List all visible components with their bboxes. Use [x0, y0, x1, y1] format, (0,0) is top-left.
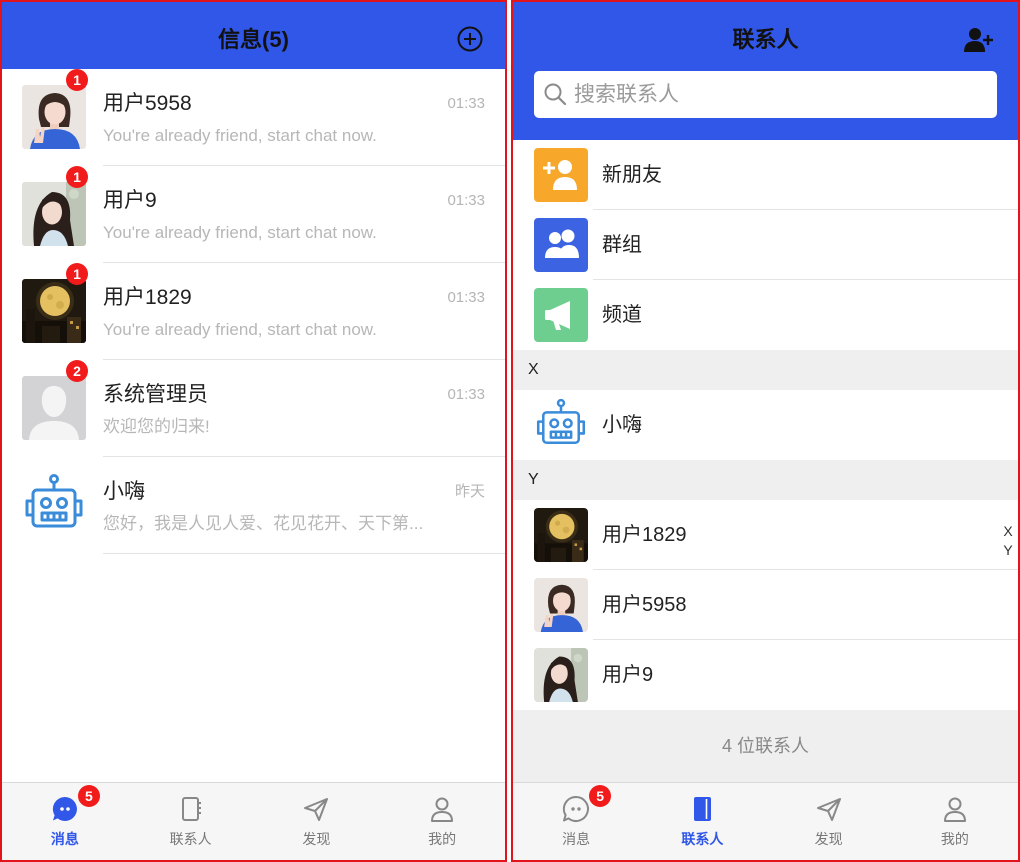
- conversation-time: 01:33: [447, 386, 485, 403]
- contact-name: 用户9: [602, 664, 654, 686]
- tab-label: 消息: [562, 831, 591, 847]
- shortcut-new-friends[interactable]: 新朋友: [513, 140, 1018, 210]
- contacts-screen: 联系人 新朋友: [511, 0, 1020, 862]
- megaphone-icon: [534, 288, 588, 342]
- contact-row[interactable]: 小嗨: [513, 390, 1018, 460]
- conversation-name: 用户1829: [103, 286, 192, 309]
- contact-name: 用户1829: [602, 524, 687, 546]
- page-title: 联系人: [732, 27, 799, 52]
- unread-badge: 1: [66, 166, 88, 188]
- tab-contacts[interactable]: 联系人: [128, 783, 254, 860]
- shortcut-label: 群组: [602, 234, 642, 256]
- search-bar: [534, 71, 997, 118]
- tab-contacts[interactable]: 联系人: [639, 783, 765, 860]
- search-icon: [544, 83, 567, 106]
- contacts-book-icon: [688, 795, 716, 823]
- contact-row[interactable]: 用户9: [513, 640, 1018, 710]
- conversation-time: 01:33: [447, 192, 485, 209]
- contact-row[interactable]: 用户5958: [513, 570, 1018, 640]
- tab-label: 联系人: [169, 831, 212, 847]
- tab-discover[interactable]: 发现: [254, 783, 380, 860]
- unread-badge: 1: [66, 69, 88, 91]
- message-preview: 欢迎您的归来!: [103, 417, 210, 436]
- index-letter[interactable]: Y: [1001, 541, 1015, 560]
- contact-name: 用户5958: [602, 594, 687, 616]
- robot-icon: [534, 398, 588, 452]
- message-preview: You're already friend, start chat now.: [103, 320, 377, 339]
- conversation-time: 01:33: [447, 289, 485, 306]
- tab-bar: 5 消息 联系人 发现 我的: [513, 782, 1018, 860]
- plus-circle-icon: [457, 26, 483, 52]
- contact-count: 4 位联系人: [513, 710, 1018, 782]
- conversation-row[interactable]: 1 用户9 01:33 You're already friend, start…: [2, 166, 505, 263]
- chat-bubble-icon: [51, 795, 79, 823]
- tab-discover[interactable]: 发现: [766, 783, 892, 860]
- chat-bubble-icon: [562, 795, 590, 823]
- new-friend-icon: [534, 148, 588, 202]
- contact-list: 新朋友 群组 频道 X 小嗨 Y 用户1829 用户5958 用户9 4 位联系…: [513, 140, 1018, 782]
- avatar: [534, 508, 588, 562]
- conversation-time: 01:33: [447, 95, 485, 112]
- contact-name: 小嗨: [602, 414, 642, 436]
- shortcut-label: 新朋友: [602, 164, 662, 186]
- tab-label: 我的: [940, 831, 969, 847]
- tab-label: 联系人: [681, 831, 724, 847]
- conversation-row[interactable]: 2 系统管理员 01:33 欢迎您的归来!: [2, 360, 505, 457]
- conversation-name: 用户9: [103, 189, 157, 212]
- conversation-name: 用户5958: [103, 92, 192, 115]
- avatar: [22, 279, 86, 343]
- avatar: [22, 85, 86, 149]
- tab-me[interactable]: 我的: [379, 783, 505, 860]
- shortcut-groups[interactable]: 群组: [513, 210, 1018, 280]
- group-icon: [534, 218, 588, 272]
- unread-badge: 2: [66, 360, 88, 382]
- contacts-header: 联系人: [513, 2, 1018, 140]
- paper-plane-icon: [302, 795, 330, 823]
- person-icon: [428, 795, 456, 823]
- messages-screen: 信息(5) 1 用户5958 01:33 You're already frie…: [0, 0, 507, 862]
- person-icon: [941, 795, 969, 823]
- tab-bar: 5 消息 联系人 发现 我的: [2, 782, 505, 860]
- messages-header: 信息(5): [2, 2, 505, 69]
- conversation-name: 系统管理员: [103, 383, 208, 406]
- avatar: [22, 182, 86, 246]
- index-letter[interactable]: X: [1001, 522, 1015, 541]
- paper-plane-icon: [815, 795, 843, 823]
- new-chat-button[interactable]: [457, 26, 483, 52]
- unread-count-badge: 5: [77, 785, 100, 807]
- tab-me[interactable]: 我的: [892, 783, 1018, 860]
- section-header: Y: [513, 460, 1018, 500]
- message-preview: You're already friend, start chat now.: [103, 126, 377, 145]
- search-input[interactable]: [574, 71, 984, 118]
- tab-messages[interactable]: 5 消息: [513, 783, 639, 860]
- robot-icon: [22, 473, 86, 537]
- shortcut-channels[interactable]: 频道: [513, 280, 1018, 350]
- default-avatar-icon: [22, 376, 86, 440]
- section-header: X: [513, 350, 1018, 390]
- conversation-time: 昨天: [454, 483, 485, 500]
- tab-label: 发现: [302, 831, 331, 847]
- tab-messages[interactable]: 5 消息: [2, 783, 128, 860]
- tab-label: 发现: [814, 831, 843, 847]
- tab-label: 消息: [50, 831, 79, 847]
- divider: [103, 553, 505, 554]
- conversation-row[interactable]: 1 用户1829 01:33 You're already friend, st…: [2, 263, 505, 360]
- contact-row[interactable]: 用户1829: [513, 500, 1018, 570]
- shortcut-label: 频道: [602, 304, 642, 326]
- conversation-row[interactable]: 1 用户5958 01:33 You're already friend, st…: [2, 69, 505, 166]
- add-user-icon: [964, 28, 993, 52]
- message-preview: You're already friend, start chat now.: [103, 223, 377, 242]
- unread-count-badge: 5: [589, 785, 612, 807]
- tab-label: 我的: [428, 831, 457, 847]
- unread-badge: 1: [66, 263, 88, 285]
- message-preview: 您好，我是人见人爱、花见花开、天下第...: [103, 514, 424, 533]
- page-title: 信息(5): [218, 27, 289, 52]
- avatar: [534, 578, 588, 632]
- contacts-book-icon: [177, 795, 205, 823]
- alphabet-index: X Y: [1001, 522, 1015, 560]
- conversation-name: 小嗨: [103, 480, 145, 503]
- add-contact-button[interactable]: [963, 25, 993, 55]
- avatar: [534, 648, 588, 702]
- conversation-row[interactable]: 小嗨 昨天 您好，我是人见人爱、花见花开、天下第...: [2, 457, 505, 554]
